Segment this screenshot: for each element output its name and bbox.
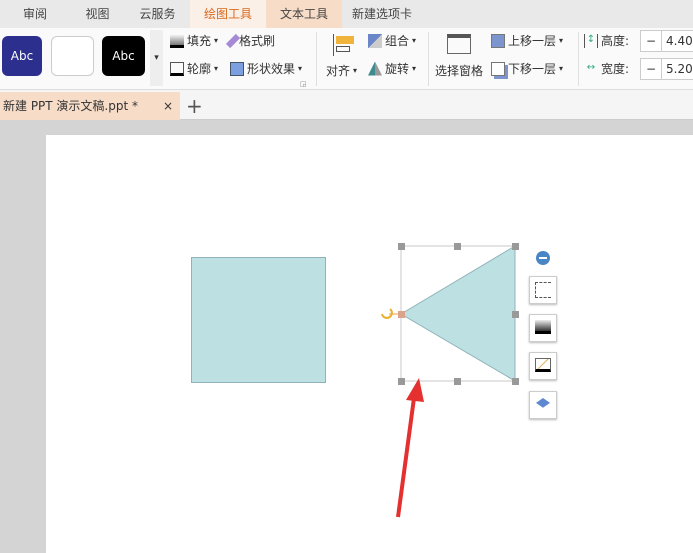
rotate-handle-icon[interactable] (381, 308, 393, 319)
layers-icon (536, 398, 550, 408)
edit-shape-icon (535, 282, 551, 298)
selected-shape-overlay (381, 245, 516, 518)
resize-handle[interactable] (512, 311, 519, 318)
resize-handle[interactable] (454, 378, 461, 385)
resize-handle[interactable] (512, 378, 519, 385)
outline-float-button[interactable] (529, 352, 557, 380)
layer-float-button[interactable] (529, 391, 557, 419)
collapse-toolbar-icon[interactable] (536, 251, 550, 265)
resize-handle[interactable] (398, 311, 405, 318)
fill-float-button[interactable] (529, 314, 557, 342)
arrow-annotation (396, 378, 424, 518)
triangle-shape[interactable] (400, 245, 516, 382)
pen-outline-icon (535, 358, 551, 372)
resize-handle[interactable] (454, 243, 461, 250)
edit-shape-button[interactable] (529, 276, 557, 304)
resize-handle[interactable] (512, 243, 519, 250)
resize-handle[interactable] (398, 243, 405, 250)
paint-bucket-icon (535, 320, 551, 334)
resize-handle[interactable] (398, 378, 405, 385)
